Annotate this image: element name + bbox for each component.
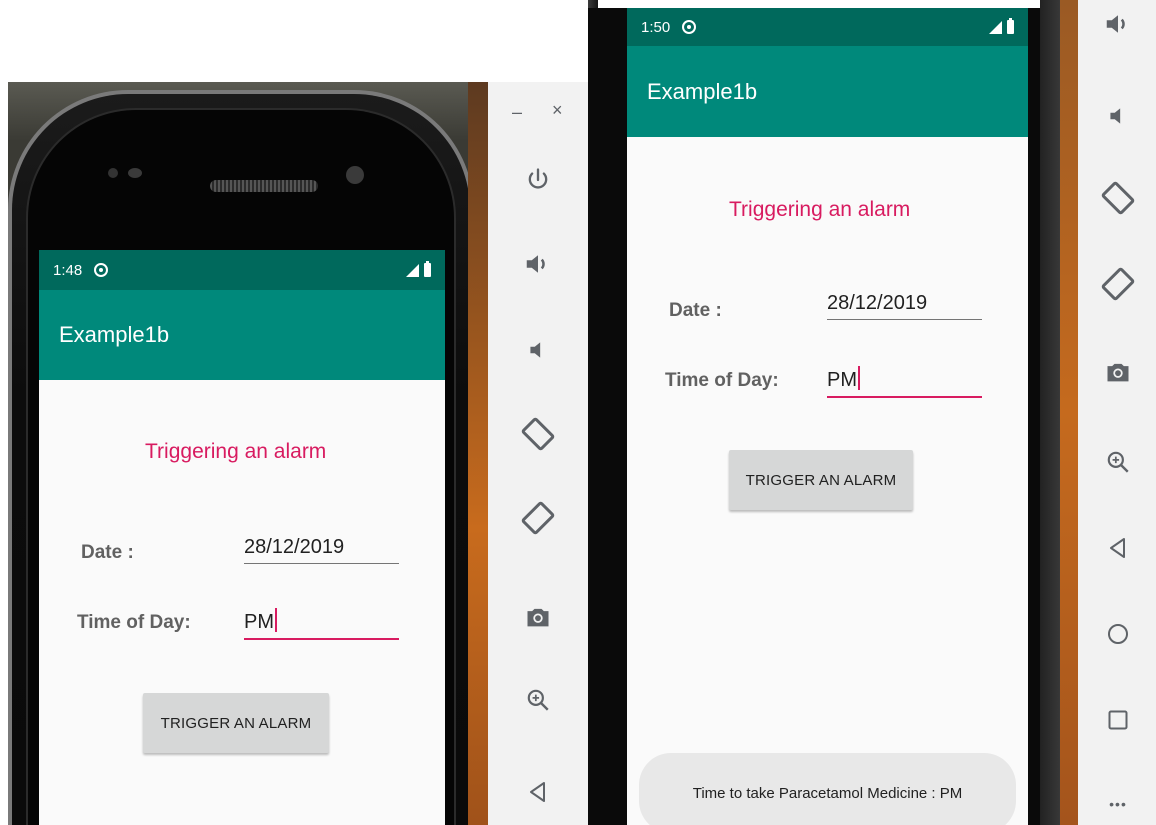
app-title: Example1b: [59, 322, 170, 347]
rotate-left-icon[interactable]: [516, 412, 560, 456]
volume-up-icon[interactable]: [1098, 4, 1138, 44]
volume-down-icon[interactable]: [1098, 96, 1138, 136]
zoom-icon[interactable]: [1098, 442, 1138, 482]
page-heading: Triggering an alarm: [729, 198, 911, 221]
proximity-sensor-icon: [108, 168, 118, 178]
app-bar: Example1b: [627, 46, 1028, 137]
zoom-icon[interactable]: [518, 680, 558, 720]
back-icon[interactable]: [518, 772, 558, 812]
close-button[interactable]: ×: [552, 100, 563, 121]
text-cursor: [275, 608, 277, 632]
front-camera-icon: [346, 166, 364, 184]
date-label: Date :: [81, 542, 134, 563]
status-bar: 1:50: [627, 8, 1028, 46]
rotate-left-icon[interactable]: [1096, 176, 1140, 220]
right-device-screen: 1:50 Example1b Triggering an alarm Date …: [627, 8, 1028, 825]
camera-icon[interactable]: [1098, 352, 1138, 392]
date-value: 28/12/2019: [244, 536, 345, 558]
home-icon[interactable]: [1098, 614, 1138, 654]
signal-icon: [406, 263, 419, 277]
volume-down-icon[interactable]: [518, 330, 558, 370]
time-of-day-value: PM: [827, 369, 857, 391]
date-input[interactable]: 28/12/2019: [244, 536, 399, 564]
time-of-day-value: PM: [244, 611, 274, 633]
right-phone-edge: [1040, 0, 1060, 825]
time-of-day-label: Time of Day:: [77, 612, 191, 633]
more-icon[interactable]: •••: [1098, 792, 1138, 816]
minimize-button[interactable]: –: [512, 102, 522, 123]
trigger-alarm-button[interactable]: TRIGGER AN ALARM: [143, 693, 329, 753]
time-of-day-input[interactable]: PM: [244, 608, 399, 640]
rotate-right-icon[interactable]: [1096, 262, 1140, 306]
left-emulator: 1:48 Example1b Triggering an alarm Date …: [8, 82, 488, 825]
earpiece-speaker: [210, 180, 318, 192]
date-value: 28/12/2019: [827, 292, 928, 314]
left-emulator-toolbar: – ×: [488, 82, 588, 825]
battery-icon: [424, 261, 431, 277]
signal-icon: [989, 20, 1002, 34]
trigger-alarm-button[interactable]: TRIGGER AN ALARM: [729, 450, 913, 510]
status-time: 1:50: [641, 18, 671, 36]
power-icon[interactable]: [518, 160, 558, 200]
volume-up-icon[interactable]: [518, 244, 558, 284]
battery-icon: [1007, 18, 1014, 34]
status-time: 1:48: [53, 261, 83, 279]
date-input[interactable]: 28/12/2019: [827, 292, 982, 320]
overview-icon[interactable]: [1098, 700, 1138, 740]
time-of-day-input[interactable]: PM: [827, 366, 982, 398]
date-label: Date :: [669, 300, 722, 321]
left-device-screen: 1:48 Example1b Triggering an alarm Date …: [39, 250, 445, 825]
back-icon[interactable]: [1098, 528, 1138, 568]
sync-icon: [682, 20, 697, 34]
sensor-icon: [128, 168, 142, 178]
sync-icon: [94, 263, 109, 277]
time-of-day-label: Time of Day:: [665, 370, 779, 391]
camera-icon[interactable]: [518, 597, 558, 637]
right-emulator-toolbar: •••: [1078, 0, 1156, 825]
text-cursor: [858, 366, 860, 390]
page-heading: Triggering an alarm: [145, 440, 327, 463]
app-bar: Example1b: [39, 290, 445, 380]
emulator-window-edge: [468, 82, 488, 825]
toast-message: Time to take Paracetamol Medicine : PM: [639, 753, 1016, 825]
rotate-right-icon[interactable]: [516, 496, 560, 540]
app-title: Example1b: [647, 78, 758, 104]
status-bar: 1:48: [39, 250, 445, 290]
toast-text: Time to take Paracetamol Medicine : PM: [692, 784, 963, 802]
emulator-window-edge: [1060, 0, 1078, 825]
